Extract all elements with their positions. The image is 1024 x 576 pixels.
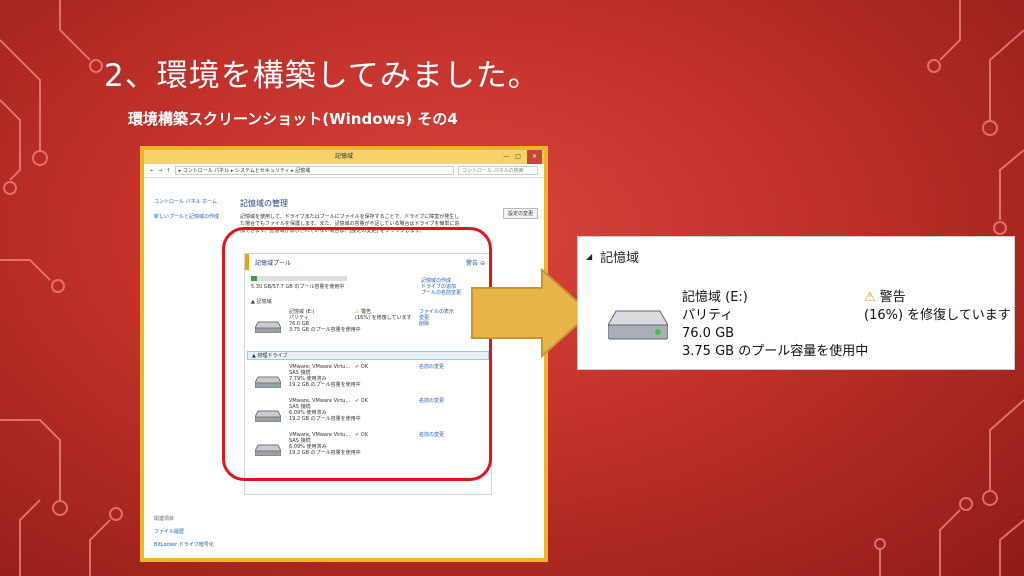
nav-control-panel-home[interactable]: コントロール パネル ホーム <box>154 198 224 205</box>
maximize-button[interactable]: □ <box>515 150 521 164</box>
highlight-ring <box>222 227 492 481</box>
drive-icon <box>608 310 668 340</box>
nav-create-pool[interactable]: 新しいプールと記憶域の作成 <box>154 213 224 220</box>
zoom-space-size: 76.0 GB <box>682 326 735 341</box>
link-file-history[interactable]: ファイル履歴 <box>154 528 214 535</box>
window-controls: — □ ✕ <box>503 150 542 164</box>
search-input[interactable]: コントロール パネルの検索 <box>458 166 538 175</box>
left-nav: コントロール パネル ホーム 新しいプールと記憶域の作成 <box>154 198 224 228</box>
zoom-detail-panel: ◢ 記憶域 記憶域 (E:) パリティ 76.0 GB 3.75 GB のプール… <box>577 236 1015 370</box>
related-header: 関連項目 <box>154 516 175 522</box>
forward-icon[interactable]: → <box>158 168 162 174</box>
window-title: 記憶域 <box>334 153 353 160</box>
zoom-header: ◢ 記憶域 <box>586 251 640 266</box>
left-footer: 関連項目 ファイル履歴 BitLocker ドライブ暗号化 <box>154 515 214 554</box>
address-path[interactable]: ▸ コントロール パネル ▸ システムとセキュリティ ▸ 記憶域 <box>174 166 454 175</box>
zoom-space-status: ⚠ 警告 (16%) を修復しています <box>864 290 1011 323</box>
back-icon[interactable]: ← <box>150 168 154 174</box>
page-title: 記憶域の管理 <box>240 199 288 208</box>
up-icon[interactable]: ↑ <box>166 168 170 174</box>
zoom-space-info: 記憶域 (E:) パリティ 76.0 GB 3.75 GB のプール容量を使用中 <box>682 289 868 361</box>
close-button[interactable]: ✕ <box>526 150 542 164</box>
warning-icon: ⚠ <box>864 290 876 305</box>
right-arrow-icon <box>471 268 592 358</box>
link-bitlocker[interactable]: BitLocker ドライブ暗号化 <box>154 541 214 548</box>
zoom-space-name: 記憶域 (E:) <box>682 290 748 305</box>
slide-title: 2、環境を構築してみました。 <box>104 58 540 94</box>
window-titlebar: 記憶域 — □ ✕ <box>144 150 544 164</box>
slide-subtitle: 環境構築スクリーンショット(Windows) その4 <box>128 110 458 128</box>
zoom-space-usage: 3.75 GB のプール容量を使用中 <box>682 344 869 359</box>
address-bar: ← → ↑ ▸ コントロール パネル ▸ システムとセキュリティ ▸ 記憶域 コ… <box>144 164 544 178</box>
zoom-space-type: パリティ <box>682 308 734 323</box>
collapse-triangle-icon[interactable]: ◢ <box>586 252 592 261</box>
minimize-button[interactable]: — <box>503 150 509 164</box>
change-settings-button[interactable]: 設定の変更 <box>502 208 538 219</box>
